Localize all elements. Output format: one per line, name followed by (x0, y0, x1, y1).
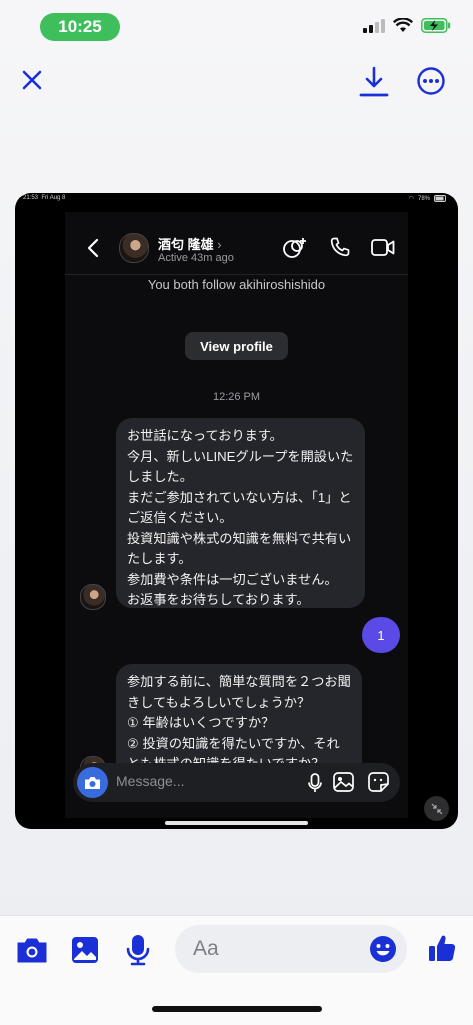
message-input[interactable]: Message... (116, 773, 184, 789)
emoji-icon[interactable] (369, 935, 397, 963)
view-profile-button[interactable]: View profile (185, 332, 288, 360)
download-button[interactable] (359, 66, 389, 98)
wifi-icon (393, 18, 413, 32)
screenshot-battery-icon (434, 195, 446, 202)
signal-icon (363, 18, 385, 33)
message-timestamp: 12:26 PM (212, 391, 261, 403)
screenshot-time: 21:53 (23, 195, 39, 201)
video-call-icon[interactable] (371, 239, 395, 256)
collapse-icon (431, 803, 442, 814)
like-icon[interactable] (427, 933, 457, 963)
sticker-icon[interactable] (368, 772, 389, 792)
received-message[interactable]: 参加する前に、簡単な質問を２つお聞きしてもよろしいでしょうか？ ① 年齢はいくつ… (116, 664, 362, 778)
battery-charging-icon (421, 18, 451, 33)
screenshot-status-bar: 21:53 Fri Aug 8 ◠ 78% (15, 193, 458, 205)
active-status: Active 43m ago (158, 252, 234, 264)
contact-avatar[interactable] (119, 233, 149, 263)
screenshot-date: Fri Aug 8 (41, 195, 66, 201)
reply-input-placeholder: Aa (193, 937, 219, 960)
screenshot-image: 21:53 Fri Aug 8 ◠ 78% 酒匂 隆雄 › Active 43m… (15, 193, 458, 829)
effects-icon[interactable] (283, 237, 307, 259)
received-message[interactable]: お世話になっております。 今月、新しいLINEグループを開設いたしました。 まだ… (116, 418, 365, 608)
more-options-button[interactable] (416, 66, 446, 96)
gallery-icon[interactable] (333, 772, 354, 792)
close-button[interactable] (18, 66, 46, 94)
image-icon[interactable] (71, 936, 99, 964)
camera-button[interactable] (77, 767, 108, 798)
message-composer: Message... (73, 763, 400, 802)
chat-screen: 酒匂 隆雄 › Active 43m ago You both follow a… (65, 212, 408, 818)
chat-header: 酒匂 隆雄 › Active 43m ago (65, 212, 408, 275)
screenshot-home-indicator (165, 821, 308, 825)
camera-icon (85, 776, 100, 789)
more-icon (417, 67, 445, 95)
microphone-icon[interactable] (126, 934, 150, 966)
microphone-icon[interactable] (308, 773, 322, 793)
sender-avatar[interactable] (80, 584, 106, 610)
screenshot-wifi-icon: ◠ (408, 196, 414, 202)
close-icon (22, 70, 42, 90)
home-indicator (152, 1006, 322, 1012)
back-icon[interactable] (87, 238, 99, 258)
sent-message[interactable]: 1 (362, 617, 400, 653)
screenshot-battery-text: 78% (417, 195, 430, 202)
camera-icon[interactable] (17, 937, 47, 963)
collapse-button[interactable] (424, 796, 449, 821)
phone-icon[interactable] (330, 237, 350, 257)
status-icons (363, 18, 451, 33)
mutual-follow-text: You both follow akihiroshishido (147, 277, 326, 292)
download-icon (359, 66, 389, 97)
chevron-right-icon: › (217, 237, 222, 252)
status-time: 10:25 (40, 13, 120, 41)
contact-name[interactable]: 酒匂 隆雄 › (158, 234, 222, 253)
